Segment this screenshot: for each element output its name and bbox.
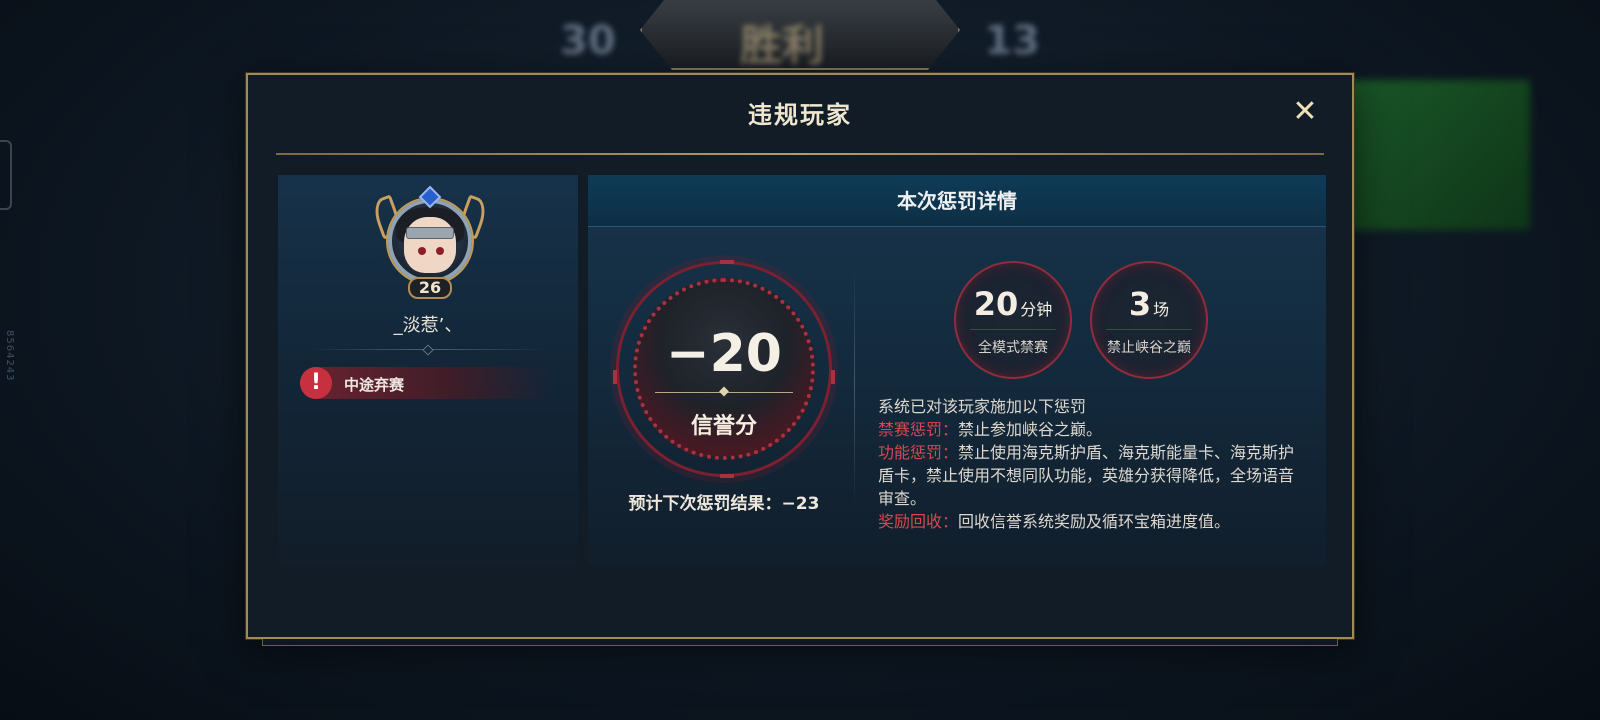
penalty-text: 回收信誉系统奖励及循环宝箱进度值。 <box>958 512 1231 531</box>
penalty-item: 禁赛惩罚：禁止参加峡谷之巅。 <box>878 418 1298 441</box>
dialog-title: 违规玩家 <box>748 101 852 129</box>
credit-score-ring: −20 信誉分 <box>613 260 835 478</box>
next-penalty-result: 预计下次惩罚结果：−23 <box>628 494 820 514</box>
avatar-face <box>404 217 456 273</box>
penalty-intro: 系统已对该玩家施加以下惩罚 <box>878 397 1087 416</box>
avatar-eye <box>418 247 426 255</box>
credit-score-label: 信誉分 <box>690 414 757 439</box>
penalty-description: 系统已对该玩家施加以下惩罚 禁赛惩罚：禁止参加峡谷之巅。 功能惩罚：禁止使用海克… <box>878 395 1298 533</box>
warning-icon: ! <box>300 367 332 399</box>
stat-unit: 分钟 <box>1020 300 1053 319</box>
player-name: _淡惹’、 <box>393 315 463 336</box>
score-divider <box>655 392 793 393</box>
stat-label: 禁止峡谷之巅 <box>1107 340 1191 356</box>
violation-label: 中途弃赛 <box>344 376 405 394</box>
ring-notch <box>613 370 617 384</box>
player-avatar[interactable]: 26 <box>369 185 491 303</box>
ring-notch <box>720 260 734 264</box>
stat-number: 3 <box>1128 285 1152 323</box>
detail-header: 本次惩罚详情 <box>588 175 1326 227</box>
credit-score-disc: −20 信誉分 <box>633 278 815 460</box>
stat-divider <box>970 329 1056 330</box>
avatar-eye <box>436 247 444 255</box>
name-divider <box>308 349 548 350</box>
background-score-right: 13 <box>984 18 1040 64</box>
ring-notch <box>720 474 734 478</box>
background-side-id: 8564243 <box>4 330 15 382</box>
penalty-detail-panel: 本次惩罚详情 −20 信誉分 预计下次惩罚结果：−23 20 分钟 全模式禁赛 3… <box>588 175 1326 565</box>
vertical-divider <box>854 263 855 507</box>
background-score-left: 30 <box>560 18 616 64</box>
penalty-key: 功能惩罚： <box>878 443 959 462</box>
close-button[interactable]: ✕ <box>1290 97 1320 127</box>
violation-tag: ! 中途弃赛 <box>300 367 550 399</box>
penalty-item: 功能惩罚：禁止使用海克斯护盾、海克斯能量卡、海克斯护盾卡，禁止使用不想同队功能，… <box>878 441 1298 510</box>
background-result-text: 胜利 <box>740 21 825 70</box>
title-divider <box>276 153 1324 155</box>
level-badge: 26 <box>408 277 452 299</box>
stat-unit: 场 <box>1153 300 1170 319</box>
penalty-key: 奖励回收： <box>878 512 959 531</box>
credit-score-value: −20 <box>666 324 782 384</box>
penalty-text: 禁止参加峡谷之巅。 <box>958 420 1103 439</box>
background-left-frame <box>0 140 12 210</box>
avatar-frame <box>388 199 472 283</box>
summit-ban-stat: 3场 禁止峡谷之巅 <box>1090 261 1208 379</box>
stat-divider <box>1106 329 1192 330</box>
player-panel: 26 _淡惹’、 ! 中途弃赛 <box>278 175 578 565</box>
violation-dialog: 违规玩家 ✕ 26 _淡惹’、 ! 中途弃赛 本次惩罚详情 −20 信誉分 预计… <box>246 73 1354 646</box>
penalty-item: 奖励回收：回收信誉系统奖励及循环宝箱进度值。 <box>878 510 1298 533</box>
ring-notch <box>831 370 835 384</box>
stat-label: 全模式禁赛 <box>978 340 1048 356</box>
background-panel <box>1330 80 1530 230</box>
stat-number: 20 <box>973 285 1019 323</box>
penalty-key: 禁赛惩罚： <box>878 420 959 439</box>
ban-duration-stat: 20 分钟 全模式禁赛 <box>954 261 1072 379</box>
avatar-headband <box>406 227 454 239</box>
